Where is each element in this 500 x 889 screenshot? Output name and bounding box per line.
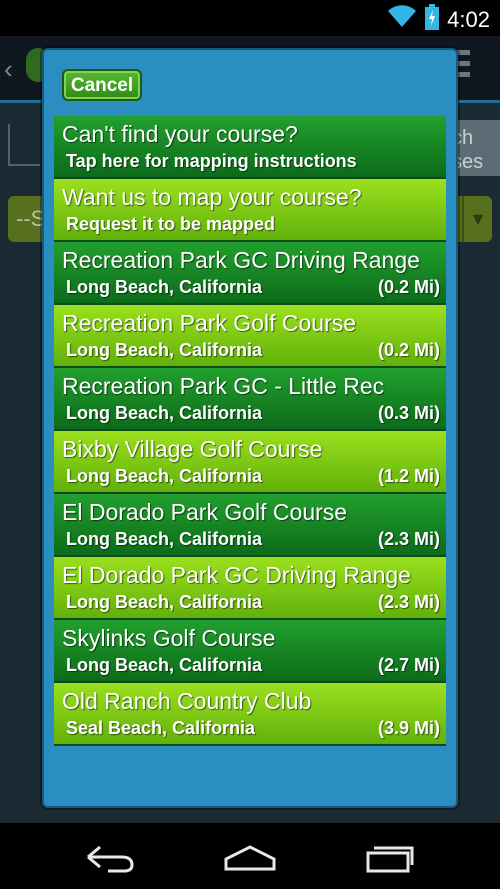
course-list-item[interactable]: El Dorado Park Golf Course Long Beach, Ca… [54, 494, 446, 557]
back-icon[interactable] [80, 839, 140, 875]
item-subtitle: Tap here for mapping instructions [66, 151, 357, 171]
background-select-value: --S [16, 206, 46, 231]
item-subtitle-row: Long Beach, California (2.3 Mi) [62, 590, 440, 614]
cancel-button[interactable]: Cancel [62, 69, 142, 101]
item-subtitle: Long Beach, California [66, 592, 263, 612]
item-subtitle-row: Seal Beach, California (3.9 Mi) [62, 716, 440, 740]
item-title: Bixby Village Golf Course [62, 436, 323, 462]
status-bar: 4:02 [0, 0, 500, 36]
item-subtitle-row: Long Beach, California (0.2 Mi) [62, 275, 440, 299]
item-distance: (0.3 Mi) [377, 403, 440, 423]
home-icon[interactable] [220, 839, 280, 875]
course-list-item[interactable]: El Dorado Park GC Driving Range Long Beac… [54, 557, 446, 620]
course-list-item[interactable]: Old Ranch Country Club Seal Beach, Califo… [54, 683, 446, 746]
item-subtitle-row: Request it to be mapped [62, 212, 440, 236]
dropdown-arrow-icon: ▼ [462, 196, 492, 242]
item-distance: (0.2 Mi) [377, 277, 440, 297]
item-subtitle-row: Long Beach, California (0.3 Mi) [62, 401, 440, 425]
item-subtitle: Seal Beach, California [66, 718, 256, 738]
item-subtitle: Request it to be mapped [66, 214, 276, 234]
item-subtitle-row: Long Beach, California (2.7 Mi) [62, 653, 440, 677]
item-subtitle-row: Long Beach, California (2.3 Mi) [62, 527, 440, 551]
item-distance: (0.2 Mi) [377, 340, 440, 360]
item-subtitle-row: Long Beach, California (1.2 Mi) [62, 464, 440, 488]
item-title: Want us to map your course? [62, 184, 362, 210]
background-input [8, 124, 40, 166]
item-title: Recreation Park GC - Little Rec [62, 373, 385, 399]
course-list-item[interactable]: Recreation Park GC Driving Range Long Bea… [54, 242, 446, 305]
navigation-bar [0, 823, 500, 889]
overflow-menu-icon [456, 50, 470, 84]
screen: 4:02 ‹ ch ses --S ▼ Cancel Can't find yo… [0, 0, 500, 889]
item-distance: (2.7 Mi) [377, 655, 440, 675]
item-distance: (2.3 Mi) [377, 529, 440, 549]
item-title: Old Ranch Country Club [62, 688, 312, 714]
item-title: Skylinks Golf Course [62, 625, 276, 651]
item-subtitle: Long Beach, California [66, 466, 263, 486]
item-subtitle-row: Long Beach, California (0.2 Mi) [62, 338, 440, 362]
request-mapping-item[interactable]: Want us to map your course? Request it to… [54, 179, 446, 242]
item-subtitle: Long Beach, California [66, 655, 263, 675]
item-subtitle: Long Beach, California [66, 529, 263, 549]
item-subtitle: Long Beach, California [66, 277, 263, 297]
item-title: Recreation Park GC Driving Range [62, 247, 420, 273]
course-list-item[interactable]: Skylinks Golf Course Long Beach, Californ… [54, 620, 446, 683]
item-distance: (2.3 Mi) [377, 592, 440, 612]
mapping-instructions-item[interactable]: Can't find your course? Tap here for mapp… [54, 116, 446, 179]
course-list-item[interactable]: Recreation Park Golf Course Long Beach, C… [54, 305, 446, 368]
course-picker-dialog: Cancel Can't find your course? Tap here f… [42, 48, 458, 808]
course-list-item[interactable]: Recreation Park GC - Little Rec Long Beac… [54, 368, 446, 431]
item-title: El Dorado Park GC Driving Range [62, 562, 411, 588]
item-subtitle: Long Beach, California [66, 340, 263, 360]
up-icon: ‹ [4, 54, 13, 84]
item-subtitle-row: Tap here for mapping instructions [62, 149, 440, 173]
item-distance: (1.2 Mi) [377, 466, 440, 486]
item-title: El Dorado Park Golf Course [62, 499, 348, 525]
item-title: Can't find your course? [62, 121, 298, 147]
battery-charging-icon [425, 4, 440, 35]
course-list-item[interactable]: Bixby Village Golf Course Long Beach, Cal… [54, 431, 446, 494]
wifi-icon [387, 5, 417, 34]
recents-icon[interactable] [360, 839, 420, 875]
item-distance: (3.9 Mi) [377, 718, 440, 738]
clock: 4:02 [447, 6, 490, 32]
course-list[interactable]: Can't find your course? Tap here for mapp… [54, 116, 446, 798]
item-subtitle: Long Beach, California [66, 403, 263, 423]
item-title: Recreation Park Golf Course [62, 310, 357, 336]
